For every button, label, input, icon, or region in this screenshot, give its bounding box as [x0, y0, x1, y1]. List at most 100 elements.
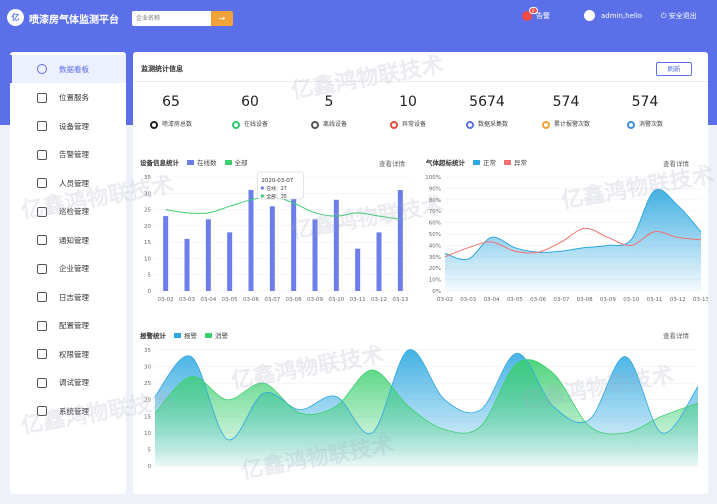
device-bar[interactable]	[184, 238, 190, 291]
stat-label: 异常设备	[401, 121, 426, 128]
device-chart-ytick: 20	[144, 224, 151, 230]
sidebar-item-icon	[37, 121, 47, 131]
sidebar-item-icon	[37, 178, 47, 188]
device-bar[interactable]	[248, 190, 254, 291]
legend-online[interactable]: 在线数	[197, 157, 217, 167]
tooltip-line: 全部：35	[266, 193, 287, 200]
logout-button[interactable]: ⏻ 安全退出	[661, 11, 697, 21]
gas-chart-ytick: 30%	[429, 255, 441, 261]
device-chart-ytick: 0	[148, 289, 152, 295]
gas-chart-ytick: 100%	[425, 175, 441, 181]
device-chart-ytick: 10	[144, 256, 151, 262]
device-chart-xtick: 03-09	[307, 297, 323, 303]
gas-chart-ytick: 90%	[429, 186, 441, 192]
device-chart-xtick: 03-04	[200, 297, 216, 303]
gas-chart-xtick: 03-08	[577, 297, 593, 303]
gas-chart-ytick: 80%	[429, 198, 441, 204]
sidebar-item[interactable]: 位置服务	[10, 84, 126, 112]
stat-label-wrap: 异常设备	[372, 119, 444, 129]
gas-chart-xtick: 03-05	[507, 297, 523, 303]
stat-icon	[310, 120, 319, 129]
legend-abnormal[interactable]: 异常	[514, 157, 527, 167]
gas-chart-ytick: 10%	[429, 278, 441, 284]
gas-normal-area	[445, 189, 701, 291]
sidebar: 数据看板位置服务 设备管理 告警管理人员管理巡检管理通知管理企业管理日志管理配置管理…	[10, 52, 126, 494]
device-bar[interactable]	[376, 232, 382, 291]
stat-card: 574 消警次数	[609, 94, 681, 129]
device-bar[interactable]	[355, 248, 361, 291]
sidebar-item-label: 调试管理	[59, 378, 89, 387]
sidebar-item[interactable]: 告警管理	[10, 141, 126, 169]
device-bar[interactable]	[227, 232, 233, 291]
sidebar-item[interactable]: 设备管理	[10, 112, 126, 140]
legend-alarm[interactable]: 报警	[184, 330, 197, 340]
stat-value: 574	[552, 94, 580, 110]
sidebar-item[interactable]: 权限管理	[10, 340, 126, 368]
sidebar-item-icon	[37, 263, 47, 274]
device-bar[interactable]	[333, 199, 339, 291]
sidebar-item-label: 人员管理	[59, 178, 89, 188]
chart-tooltip: 2020-03-07在线：27全部：35	[257, 171, 304, 200]
refresh-button[interactable]: 刷新	[656, 62, 692, 76]
device-bar[interactable]	[205, 219, 211, 291]
search-button[interactable]: →	[211, 11, 233, 26]
stat-icon	[149, 120, 158, 129]
stat-value: 60	[241, 94, 259, 110]
alarm-chart-ytick: 35	[144, 348, 151, 354]
device-bar[interactable]	[397, 190, 403, 291]
stat-label-wrap: 数据采集数	[451, 119, 523, 129]
sidebar-item-icon	[37, 406, 47, 416]
device-view-detail-link[interactable]: 查看详情	[379, 158, 405, 168]
alarm-chart-ytick: 0	[148, 464, 152, 470]
user-menu[interactable]: admin,hello	[584, 10, 642, 21]
gas-chart-xtick: 03-06	[530, 297, 546, 303]
device-bar[interactable]	[312, 219, 318, 291]
sidebar-item[interactable]: 通知管理	[10, 226, 126, 254]
sidebar-item[interactable]: 人员管理	[10, 169, 126, 197]
device-bar[interactable]	[269, 206, 275, 291]
stat-icon	[541, 120, 550, 129]
stat-label: 消警次数	[638, 121, 663, 128]
gas-chart-xtick: 03-02	[437, 297, 453, 303]
sidebar-item-label: 日志管理	[59, 292, 89, 302]
device-chart-ytick: 15	[144, 240, 151, 246]
sidebar-item-icon	[37, 292, 47, 302]
gas-chart-xtick: 03-10	[623, 297, 639, 303]
sidebar-item-label: 巡检管理	[59, 207, 89, 216]
sidebar-item[interactable]: 企业管理	[10, 255, 126, 283]
sidebar-item-icon	[37, 235, 47, 245]
sidebar-item[interactable]: 系统管理	[10, 397, 126, 425]
legend-normal[interactable]: 正常	[483, 157, 496, 167]
legend-all[interactable]: 全部	[235, 157, 248, 167]
sidebar-item[interactable]: 日志管理	[10, 283, 126, 311]
stat-label-wrap: 消警次数	[609, 119, 681, 129]
sidebar-item[interactable]: 数据看板	[10, 55, 126, 83]
stat-value: 10	[399, 94, 417, 110]
alarm-chart-ytick: 25	[144, 381, 151, 387]
alarm-view-detail-link[interactable]: 查看详情	[663, 330, 689, 340]
sidebar-item[interactable]: 配置管理	[10, 312, 126, 340]
legend-cleared[interactable]: 消警	[215, 330, 228, 340]
device-chart-xtick: 03-11	[350, 297, 366, 303]
legend-swatch-all	[224, 159, 232, 165]
device-bar[interactable]	[291, 193, 297, 291]
sidebar-item-label: 通知管理	[59, 235, 89, 245]
search-input[interactable]	[132, 11, 212, 26]
sidebar-item-label: 数据看板	[59, 64, 89, 74]
device-bar[interactable]	[163, 216, 169, 291]
device-chart-ytick: 5	[148, 273, 152, 279]
alarm-chart-ytick: 30	[144, 365, 151, 371]
device-chart-xtick: 03-12	[371, 297, 387, 303]
stat-card: 60 在线设备	[214, 94, 286, 129]
alarm-chart-ytick: 20	[144, 398, 151, 404]
device-chart: 0 5 10 15 20 25 30 35 03-02 03-03 03-04 03-05 03-06 0…	[144, 171, 411, 303]
tooltip-line: 在线：27	[266, 185, 287, 192]
alarm-button[interactable]: 0 告警	[522, 7, 550, 21]
stat-value: 5674	[469, 94, 505, 110]
stat-value: 5	[324, 94, 334, 110]
gas-view-detail-link[interactable]: 查看详情	[663, 158, 689, 168]
sidebar-item-label: 配置管理	[59, 321, 89, 330]
sidebar-item[interactable]: 巡检管理	[10, 198, 126, 226]
sidebar-item[interactable]: 调试管理	[10, 369, 126, 397]
stat-label-wrap: 离线设备	[293, 119, 365, 129]
